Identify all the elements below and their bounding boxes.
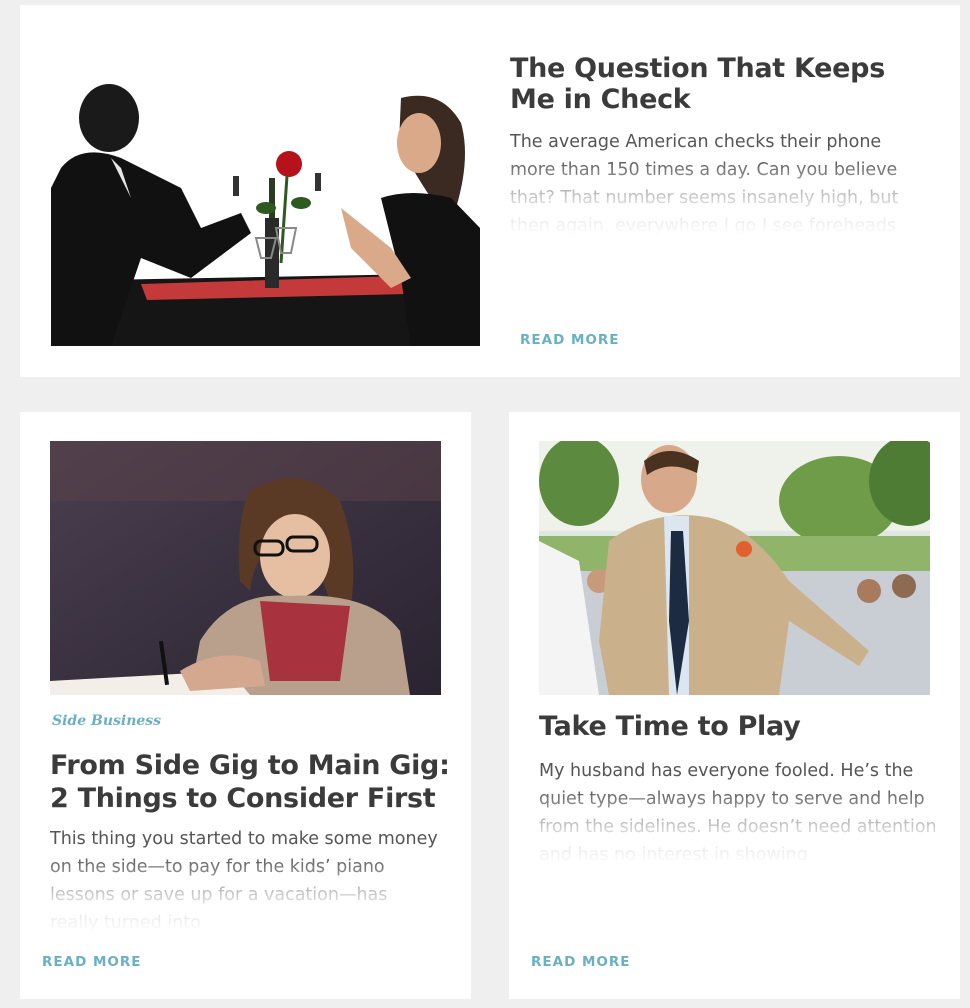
article-read-more-link[interactable]: READ MORE xyxy=(531,954,631,970)
feature-article-image[interactable] xyxy=(51,48,480,346)
feature-article-card[interactable]: The Question That Keeps Me in Check The … xyxy=(20,5,960,377)
feature-article-title[interactable]: The Question That Keeps Me in Check xyxy=(510,53,930,115)
article-card[interactable]: Take Time to Play My husband has everyon… xyxy=(509,412,960,999)
article-excerpt: My husband has everyone fooled. He’s the… xyxy=(539,757,939,865)
article-read-more-link[interactable]: READ MORE xyxy=(42,954,142,970)
article-excerpt: This thing you started to make some mone… xyxy=(50,825,440,933)
article-image[interactable] xyxy=(539,441,930,695)
article-image[interactable] xyxy=(50,441,441,695)
feature-article-read-more-link[interactable]: READ MORE xyxy=(520,332,620,348)
article-title[interactable]: Take Time to Play xyxy=(539,710,939,743)
article-card[interactable]: Side Business From Side Gig to Main Gig:… xyxy=(20,412,471,999)
feature-article-excerpt: The average American checks their phone … xyxy=(510,128,930,236)
article-category[interactable]: Side Business xyxy=(52,713,161,729)
article-title[interactable]: From Side Gig to Main Gig: 2 Things to C… xyxy=(50,749,450,815)
